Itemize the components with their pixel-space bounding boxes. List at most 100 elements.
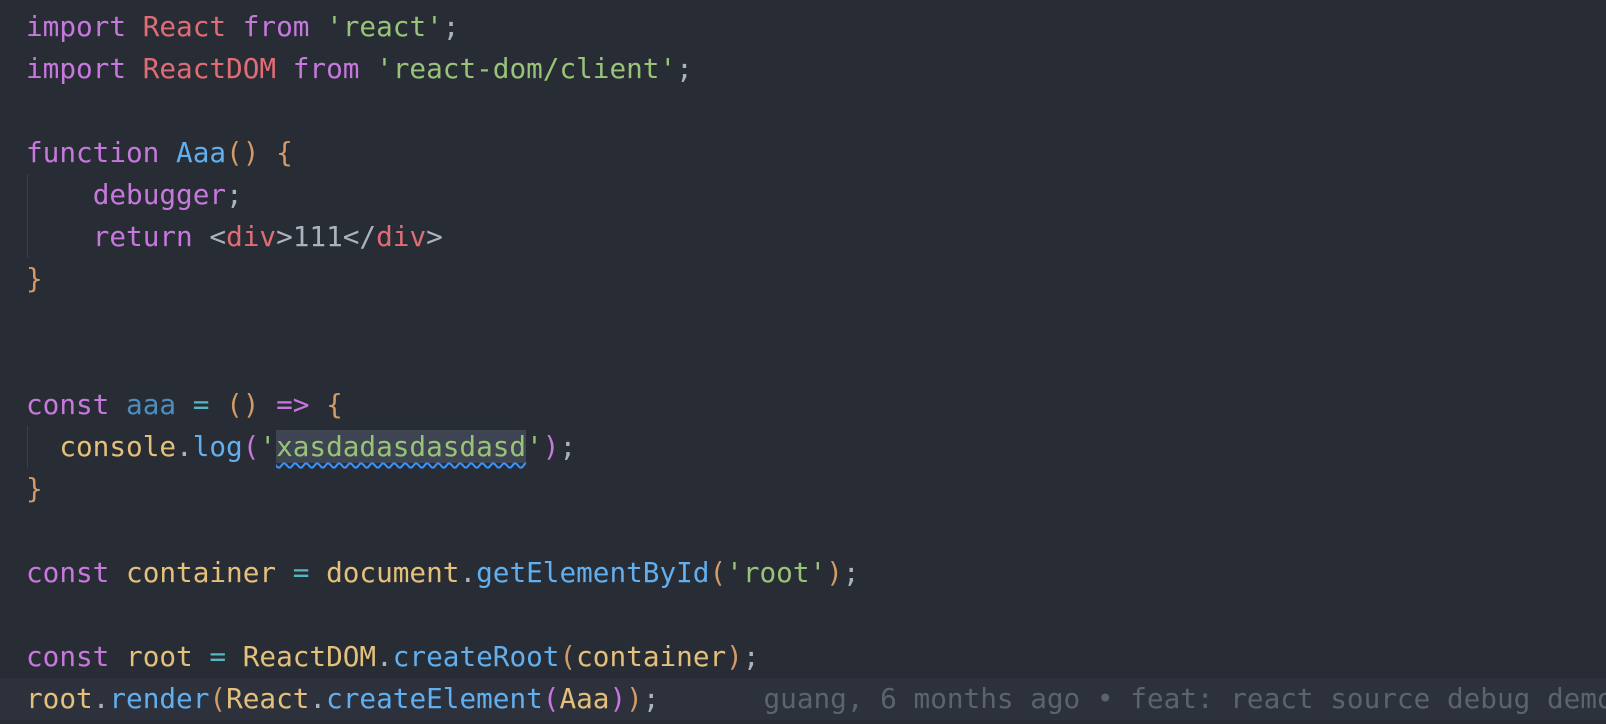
code-token: Aaa xyxy=(176,136,227,169)
code-token: ) xyxy=(626,682,643,715)
code-token: } xyxy=(26,262,43,295)
code-token: { xyxy=(326,388,343,421)
code-token: const xyxy=(26,388,110,421)
code-token: . xyxy=(176,430,193,463)
code-token: div xyxy=(226,220,277,253)
code-token: createElement xyxy=(326,682,543,715)
code-token: ; xyxy=(442,10,460,43)
code-line[interactable]: console.log('xasdadasdasdasd'); xyxy=(0,426,1606,468)
code-line[interactable]: const root = ReactDOM.createRoot(contain… xyxy=(0,636,1606,678)
code-token: ( xyxy=(209,682,227,715)
code-token: > xyxy=(276,220,293,253)
code-token: return xyxy=(92,220,193,253)
code-line[interactable]: const container = document.getElementByI… xyxy=(0,552,1606,594)
code-token: aaa xyxy=(126,388,177,421)
code-token: ( xyxy=(559,640,577,673)
code-token: ) xyxy=(826,556,843,589)
code-token: from xyxy=(292,52,360,85)
code-line[interactable]: return <div>111</div> xyxy=(0,216,1606,258)
code-line[interactable]: } xyxy=(0,258,1606,300)
code-token: render xyxy=(109,682,210,715)
code-token: () xyxy=(226,388,260,421)
code-line[interactable]: debugger; xyxy=(0,174,1606,216)
code-token: function xyxy=(26,136,160,169)
code-token: root xyxy=(26,682,93,715)
code-token: } xyxy=(26,472,43,505)
code-token: console xyxy=(59,430,177,463)
code-token: . xyxy=(376,640,393,673)
code-token: ; xyxy=(642,682,660,715)
code-token: > xyxy=(426,220,443,253)
code-token: Aaa xyxy=(559,682,610,715)
git-blame-annotation: guang, 6 months ago • feat: react source… xyxy=(763,682,1606,715)
code-token: debugger xyxy=(92,178,227,211)
code-token: ( xyxy=(542,682,560,715)
code-token: React xyxy=(226,682,310,715)
code-token: const xyxy=(26,640,110,673)
code-token: ) xyxy=(726,640,743,673)
code-token: log xyxy=(192,430,243,463)
code-token: ; xyxy=(559,430,577,463)
code-token: => xyxy=(276,388,310,421)
code-token: from xyxy=(242,10,310,43)
code-token: < xyxy=(192,220,227,253)
code-line[interactable]: function Aaa() { xyxy=(0,132,1606,174)
indent-guide xyxy=(27,426,28,468)
code-line[interactable] xyxy=(0,300,1606,342)
code-token: ReactDOM xyxy=(242,640,377,673)
code-token: import xyxy=(26,10,127,43)
code-token: ( xyxy=(709,556,727,589)
code-token: ; xyxy=(226,178,243,211)
code-token: getElementById xyxy=(476,556,710,589)
code-token: </ xyxy=(342,220,377,253)
code-line[interactable]: } xyxy=(0,468,1606,510)
code-token: ) xyxy=(542,430,560,463)
code-token: . xyxy=(459,556,477,589)
code-line[interactable]: import ReactDOM from 'react-dom/client'; xyxy=(0,48,1606,90)
indent-guide xyxy=(27,174,28,216)
code-token: ' xyxy=(526,430,543,463)
code-token: ; xyxy=(842,556,860,589)
code-line[interactable]: root.render(React.createElement(Aaa)); gu… xyxy=(0,678,1606,720)
code-line[interactable] xyxy=(0,510,1606,552)
code-token: () xyxy=(226,136,260,169)
code-editor[interactable]: import React from 'react'; import ReactDO… xyxy=(0,6,1606,720)
code-token: 'react' xyxy=(326,10,443,43)
code-token: . xyxy=(92,682,110,715)
selected-token: xasdadasdasdasd xyxy=(276,430,527,463)
code-line[interactable] xyxy=(0,594,1606,636)
code-line[interactable]: const aaa = () => { xyxy=(0,384,1606,426)
code-token: container xyxy=(576,640,727,673)
code-token: ; xyxy=(676,52,693,85)
code-line[interactable] xyxy=(0,90,1606,132)
code-line[interactable] xyxy=(0,342,1606,384)
code-token: div xyxy=(376,220,427,253)
code-token: = xyxy=(292,556,310,589)
code-line[interactable]: import React from 'react'; xyxy=(0,6,1606,48)
code-token: { xyxy=(276,136,293,169)
code-token: createRoot xyxy=(392,640,560,673)
code-token: 'react-dom/client' xyxy=(376,52,677,85)
code-token: 111 xyxy=(292,220,343,253)
